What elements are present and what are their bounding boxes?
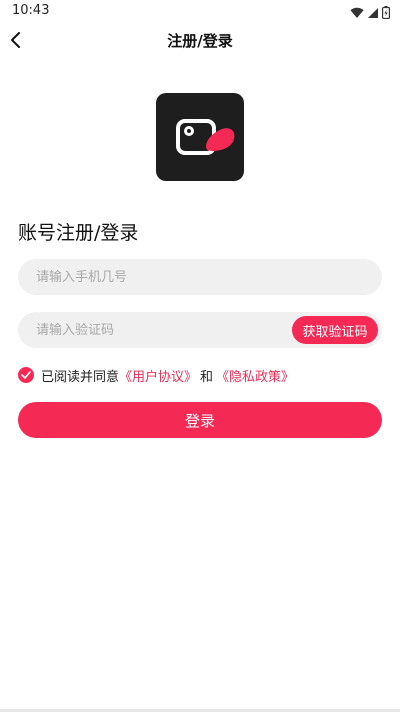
wifi-icon: [350, 4, 364, 23]
app-logo: [156, 93, 244, 181]
page-title: 注册/登录: [167, 32, 233, 50]
video-camera-logo-icon: [176, 119, 235, 155]
form-title: 账号注册/登录: [18, 222, 139, 244]
phone-field: [18, 259, 382, 295]
user-agreement-link[interactable]: 《用户协议》: [119, 366, 197, 385]
agreement-row: 已阅读并同意 《用户协议》 和 《隐私政策》: [18, 366, 294, 385]
agreement-and: 和: [200, 369, 214, 385]
code-field: 获取验证码: [18, 312, 382, 348]
phone-input[interactable]: [18, 259, 382, 295]
verification-code-input[interactable]: [18, 312, 288, 348]
status-bar: 10:43: [0, 0, 400, 24]
check-icon: [21, 371, 31, 379]
privacy-policy-link[interactable]: 《隐私政策》: [216, 366, 294, 385]
agreement-prefix: 已阅读并同意: [41, 369, 120, 385]
battery-icon: [382, 4, 391, 23]
get-code-button[interactable]: 获取验证码: [292, 316, 378, 344]
status-time: 10:43: [12, 3, 50, 18]
status-icons: [350, 4, 391, 23]
agreement-checkbox[interactable]: [18, 367, 34, 383]
nav-bar: 注册/登录: [0, 24, 400, 56]
signal-icon: [367, 4, 379, 23]
login-button[interactable]: 登录: [18, 402, 382, 438]
